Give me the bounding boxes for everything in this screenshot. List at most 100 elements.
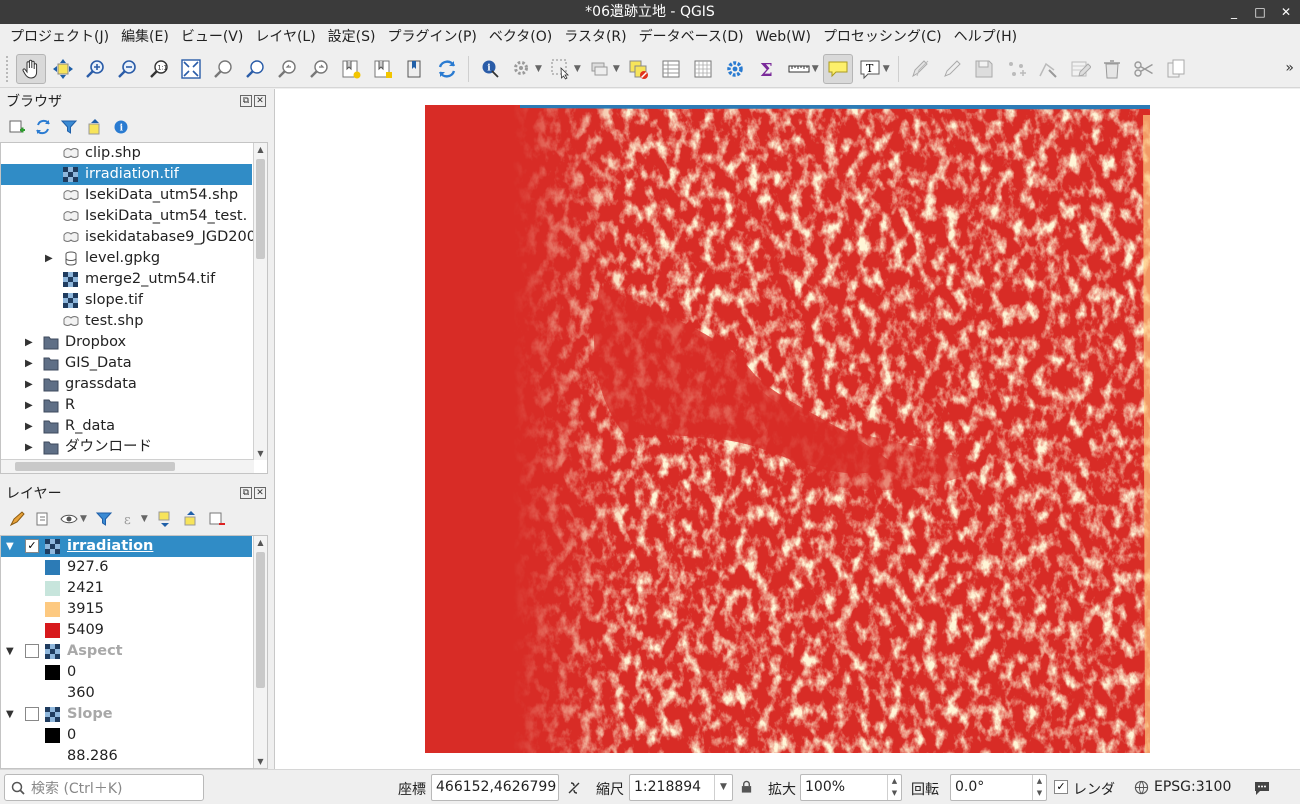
browser-item[interactable]: test.shp (1, 311, 252, 332)
menu-item[interactable]: ヘルプ(H) (948, 24, 1023, 50)
toolbar-grip[interactable] (6, 55, 12, 82)
pan-map-button[interactable] (16, 53, 46, 84)
close-button[interactable]: ✕ (1280, 6, 1292, 18)
show-bookmarks-button[interactable] (368, 54, 398, 84)
close-panel-button[interactable]: ✕ (254, 487, 266, 499)
menu-item[interactable]: プロセッシング(C) (817, 24, 948, 50)
rotation-spinbox[interactable]: 0.0° ▲ ▼ (950, 774, 1047, 801)
render-checkbox[interactable]: ✓ (1054, 780, 1068, 794)
identify-button[interactable]: i (475, 54, 505, 84)
toggle-editing-button[interactable] (937, 54, 967, 84)
manage-visibility-button[interactable] (58, 508, 80, 530)
map-tips-button[interactable] (822, 53, 853, 84)
zoom-native-button[interactable]: 1:1 (144, 54, 174, 84)
magnifier-spin-arrows-icon[interactable]: ▲ ▼ (887, 775, 901, 800)
magnifier-spinbox[interactable]: 100% ▲ ▼ (800, 774, 902, 801)
expand-arrow-icon[interactable]: ▶ (25, 332, 33, 353)
attribute-table-button[interactable] (656, 54, 686, 84)
modify-attributes-button[interactable] (1065, 54, 1095, 84)
filter-legend-button[interactable] (93, 508, 115, 530)
browser-item[interactable]: ▶ Dropbox (1, 332, 252, 353)
browser-item[interactable]: IsekiData_utm54.shp (1, 185, 252, 206)
expand-arrow-icon[interactable]: ▶ (25, 395, 33, 416)
scroll-up-arrow-icon[interactable]: ▲ (254, 536, 267, 549)
measure-dropdown-icon[interactable]: ▼ (812, 64, 819, 74)
vertex-tool-button[interactable] (1033, 54, 1063, 84)
close-panel-button[interactable]: ✕ (254, 95, 266, 107)
browser-item[interactable]: ▶ R (1, 395, 252, 416)
browser-item[interactable]: merge2_utm54.tif (1, 269, 252, 290)
expand-arrow-icon[interactable]: ▶ (25, 374, 33, 395)
zoom-last-button[interactable] (272, 54, 302, 84)
lock-scale-icon[interactable] (740, 780, 753, 794)
visibility-dropdown-icon[interactable]: ▼ (80, 514, 87, 524)
zoom-in-button[interactable] (80, 54, 110, 84)
layer-item[interactable]: ▼ Slope (1, 704, 252, 725)
expand-arrow-icon[interactable]: ▶ (25, 353, 33, 374)
crs-button[interactable]: EPSG:3100 (1154, 779, 1231, 795)
zoom-to-selection-button[interactable] (208, 54, 238, 84)
properties-button[interactable]: i (110, 116, 132, 138)
collapse-arrow-icon[interactable]: ▼ (6, 641, 14, 662)
new-bookmark-button[interactable] (336, 54, 366, 84)
filter-expression-button[interactable]: ε (119, 508, 141, 530)
pan-to-selection-button[interactable] (48, 54, 78, 84)
expand-arrow-icon[interactable]: ▶ (45, 248, 53, 269)
expand-arrow-icon[interactable]: ▶ (25, 437, 33, 458)
expression-dropdown-icon[interactable]: ▼ (141, 514, 148, 524)
add-selected-layers-button[interactable] (6, 116, 28, 138)
spatial-bookmarks-button[interactable] (400, 54, 430, 84)
measure-button[interactable] (784, 54, 814, 84)
scroll-up-arrow-icon[interactable]: ▲ (254, 143, 267, 156)
menu-item[interactable]: レイヤ(L) (249, 24, 321, 50)
browser-horizontal-scrollbar[interactable] (1, 459, 254, 473)
zoom-next-button[interactable] (304, 54, 334, 84)
scale-dropdown-icon[interactable]: ▼ (714, 775, 732, 800)
select-dropdown-icon[interactable]: ▼ (574, 64, 581, 74)
scroll-down-arrow-icon[interactable]: ▼ (254, 447, 267, 460)
text-annotation-button[interactable]: T (855, 54, 885, 84)
browser-item[interactable]: isekidatabase9_JGD200 (1, 227, 256, 248)
actions-dropdown-icon[interactable]: ▼ (535, 64, 542, 74)
collapse-all-button[interactable] (84, 116, 106, 138)
cut-features-button[interactable] (1129, 54, 1159, 84)
scroll-thumb[interactable] (256, 552, 265, 688)
processing-toolbox-button[interactable] (720, 54, 750, 84)
statistical-summary-button[interactable]: Σ (752, 54, 782, 84)
browser-item[interactable]: ▶ GIS_Data (1, 353, 252, 374)
layers-vertical-scrollbar[interactable]: ▲ ▼ (253, 536, 267, 768)
select-features-button[interactable] (546, 54, 576, 84)
expand-all-button[interactable] (154, 508, 176, 530)
zoom-out-button[interactable] (112, 54, 142, 84)
menu-item[interactable]: ビュー(V) (175, 24, 250, 50)
maximize-button[interactable]: □ (1254, 6, 1266, 18)
remove-layer-button[interactable] (206, 508, 228, 530)
collapse-arrow-icon[interactable]: ▼ (6, 704, 14, 725)
minimize-button[interactable]: _ (1228, 6, 1240, 18)
field-calculator-button[interactable] (688, 54, 718, 84)
save-edits-button[interactable] (969, 54, 999, 84)
current-edits-button[interactable] (905, 54, 935, 84)
zoom-to-layer-button[interactable] (240, 54, 270, 84)
collapse-all-layers-button[interactable] (180, 508, 202, 530)
layer-visibility-checkbox[interactable] (25, 707, 39, 721)
add-group-button[interactable] (32, 508, 54, 530)
annotation-dropdown-icon[interactable]: ▼ (883, 64, 890, 74)
layer-item[interactable]: ▼ Aspect (1, 641, 252, 662)
menu-item[interactable]: Web(W) (750, 24, 817, 50)
select-by-value-button[interactable] (585, 54, 615, 84)
expand-arrow-icon[interactable]: ▶ (25, 416, 33, 437)
coordinate-field[interactable]: 466152,4626799 (431, 774, 559, 801)
browser-item[interactable]: ▶ ダウンロード (1, 437, 252, 458)
layer-visibility-checkbox[interactable]: ✓ (25, 539, 39, 553)
messages-icon[interactable] (1253, 780, 1271, 796)
browser-item[interactable]: ▶ level.gpkg (1, 248, 252, 269)
map-canvas[interactable] (274, 89, 1300, 769)
menu-item[interactable]: データベース(D) (633, 24, 750, 50)
layer-visibility-checkbox[interactable] (25, 644, 39, 658)
delete-selected-button[interactable] (1097, 54, 1127, 84)
filter-browser-button[interactable] (58, 116, 80, 138)
scroll-down-arrow-icon[interactable]: ▼ (254, 755, 267, 768)
layer-styling-button[interactable] (6, 508, 28, 530)
menu-item[interactable]: プロジェクト(J) (4, 24, 115, 50)
